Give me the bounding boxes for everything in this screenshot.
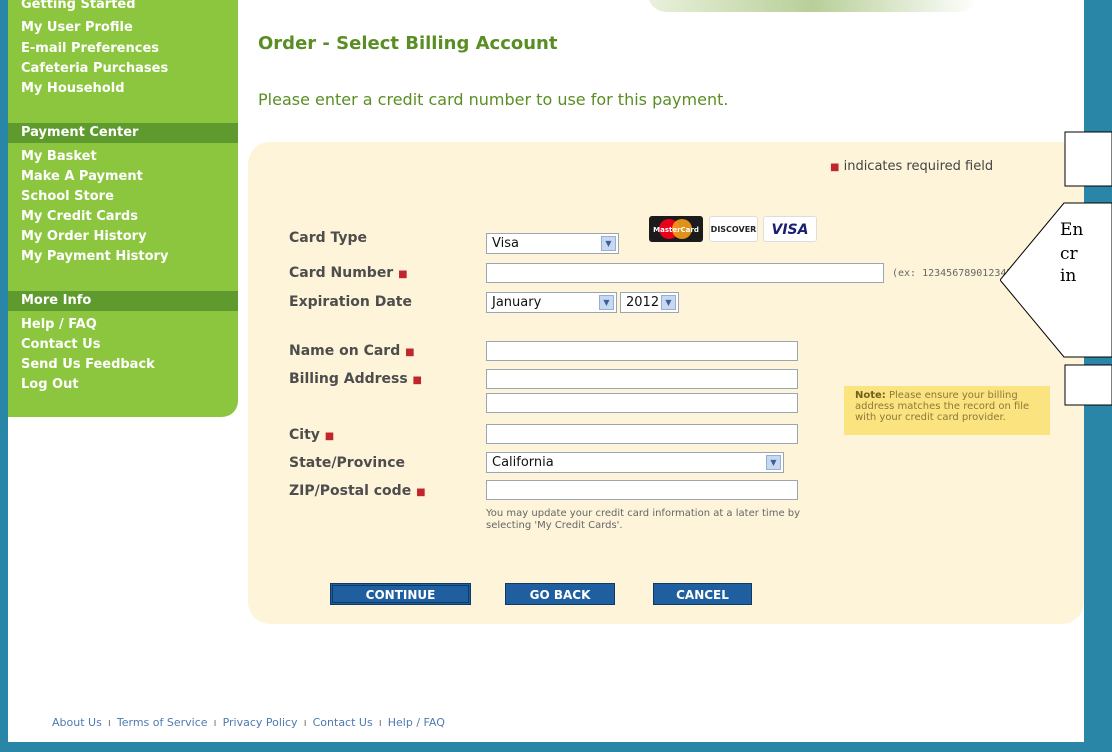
- sidebar-item-my-order-history[interactable]: My Order History: [21, 228, 147, 246]
- sidebar-item-email-preferences[interactable]: E-mail Preferences: [21, 40, 159, 58]
- card-type-value: Visa: [492, 236, 519, 251]
- required-field-legend: ■ indicates required field: [830, 159, 993, 174]
- footer-separator: ı: [107, 716, 111, 729]
- page-instruction: Please enter a credit card number to use…: [258, 90, 729, 109]
- sidebar-header-payment-center: Payment Center: [8, 123, 238, 143]
- note-title: Note:: [855, 390, 886, 401]
- name-on-card-label-text: Name on Card: [289, 343, 401, 359]
- required-marker-icon: ■: [830, 162, 840, 173]
- mastercard-logo-text: MasterCard: [653, 226, 699, 234]
- footer-link-about-us[interactable]: About Us: [52, 716, 102, 729]
- required-marker-icon: ■: [324, 431, 335, 442]
- sidebar-item-my-credit-cards[interactable]: My Credit Cards: [21, 208, 138, 226]
- sidebar-item-my-user-profile[interactable]: My User Profile: [21, 19, 133, 37]
- card-type-select[interactable]: Visa ▼: [486, 233, 619, 254]
- required-legend-text: indicates required field: [843, 159, 994, 174]
- state-province-value: California: [492, 455, 554, 470]
- expiration-year-select[interactable]: 2012 ▼: [620, 292, 679, 313]
- city-label-text: City: [289, 427, 320, 443]
- sidebar-item-my-payment-history[interactable]: My Payment History: [21, 248, 168, 266]
- discover-logo-text: DISCOVER: [710, 225, 757, 234]
- sidebar-item-cafeteria-purchases[interactable]: Cafeteria Purchases: [21, 60, 168, 78]
- sidebar-item-my-household[interactable]: My Household: [21, 80, 125, 98]
- continue-button[interactable]: CONTINUE: [330, 583, 471, 605]
- card-type-label: Card Type: [289, 230, 368, 246]
- required-marker-icon: ■: [412, 375, 422, 386]
- sidebar-header-label: More Info: [21, 293, 92, 308]
- card-number-label: Card Number ■: [289, 265, 408, 281]
- discover-logo-icon: DISCOVER: [709, 216, 758, 242]
- expiration-year-value: 2012: [626, 295, 660, 310]
- cancel-button[interactable]: CANCEL: [653, 583, 752, 605]
- page-frame: Getting Started My User Profile E-mail P…: [8, 0, 1084, 742]
- expiration-date-label: Expiration Date: [289, 294, 412, 310]
- sidebar-header-more-info: More Info: [8, 291, 238, 311]
- footer-separator: ı: [378, 716, 382, 729]
- required-marker-icon: ■: [398, 269, 408, 280]
- chevron-down-icon: ▼: [601, 236, 616, 251]
- name-on-card-field[interactable]: [486, 341, 798, 361]
- state-province-select[interactable]: California ▼: [486, 452, 784, 473]
- footer-links: About Us ı Terms of Service ı Privacy Policy…: [52, 716, 445, 729]
- sidebar-item-log-out[interactable]: Log Out: [21, 376, 79, 394]
- sidebar-item-my-basket[interactable]: My Basket: [21, 148, 97, 166]
- sidebar-item-send-us-feedback[interactable]: Send Us Feedback: [21, 356, 155, 374]
- sidebar-item-help-faq[interactable]: Help / FAQ: [21, 316, 97, 334]
- sidebar-item-contact-us[interactable]: Contact Us: [21, 336, 100, 354]
- callout-text-line3: in: [1060, 266, 1077, 286]
- chevron-down-icon: ▼: [766, 455, 781, 470]
- go-back-button[interactable]: GO BACK: [505, 583, 615, 605]
- sidebar-header-label: Payment Center: [21, 125, 139, 140]
- required-marker-icon: ■: [405, 347, 415, 358]
- page-title: Order - Select Billing Account: [258, 33, 558, 54]
- zip-postal-code-field[interactable]: [486, 480, 798, 500]
- footer-link-privacy-policy[interactable]: Privacy Policy: [223, 716, 298, 729]
- chevron-down-icon: ▼: [661, 295, 676, 310]
- billing-address-label: Billing Address ■: [289, 371, 422, 387]
- city-field[interactable]: [486, 424, 798, 444]
- sidebar: Getting Started My User Profile E-mail P…: [8, 0, 238, 417]
- footer-link-contact-us[interactable]: Contact Us: [313, 716, 373, 729]
- footer-separator: ı: [303, 716, 307, 729]
- city-label: City ■: [289, 427, 334, 443]
- callout-shape: [999, 131, 1112, 406]
- billing-address-line2-field[interactable]: [486, 393, 798, 413]
- header-banner-image: [648, 0, 978, 12]
- expiration-month-value: January: [492, 295, 542, 310]
- name-on-card-label: Name on Card ■: [289, 343, 415, 359]
- billing-address-label-text: Billing Address: [289, 371, 408, 387]
- zip-postal-code-label: ZIP/Postal code ■: [289, 483, 426, 499]
- annotation-callout: En cr in: [999, 122, 1112, 407]
- callout-text-line2: cr: [1060, 244, 1078, 264]
- card-number-field[interactable]: [486, 263, 884, 283]
- zip-postal-code-label-text: ZIP/Postal code: [289, 483, 412, 499]
- callout-text-line1: En: [1060, 220, 1084, 240]
- visa-logo-icon: VISA: [763, 216, 817, 242]
- footer-link-help-faq[interactable]: Help / FAQ: [388, 716, 445, 729]
- sidebar-item-getting-started[interactable]: Getting Started: [21, 0, 136, 14]
- chevron-down-icon: ▼: [599, 295, 614, 310]
- card-number-label-text: Card Number: [289, 265, 394, 281]
- required-marker-icon: ■: [416, 487, 426, 498]
- sidebar-item-school-store[interactable]: School Store: [21, 188, 114, 206]
- state-province-label: State/Province: [289, 455, 405, 471]
- update-card-note: You may update your credit card informat…: [486, 508, 801, 531]
- footer-link-terms-of-service[interactable]: Terms of Service: [117, 716, 208, 729]
- billing-address-line1-field[interactable]: [486, 369, 798, 389]
- footer-separator: ı: [213, 716, 217, 729]
- sidebar-item-make-a-payment[interactable]: Make A Payment: [21, 168, 143, 186]
- expiration-month-select[interactable]: January ▼: [486, 292, 617, 313]
- mastercard-logo-icon: MasterCard: [649, 216, 703, 242]
- visa-logo-text: VISA: [771, 222, 809, 238]
